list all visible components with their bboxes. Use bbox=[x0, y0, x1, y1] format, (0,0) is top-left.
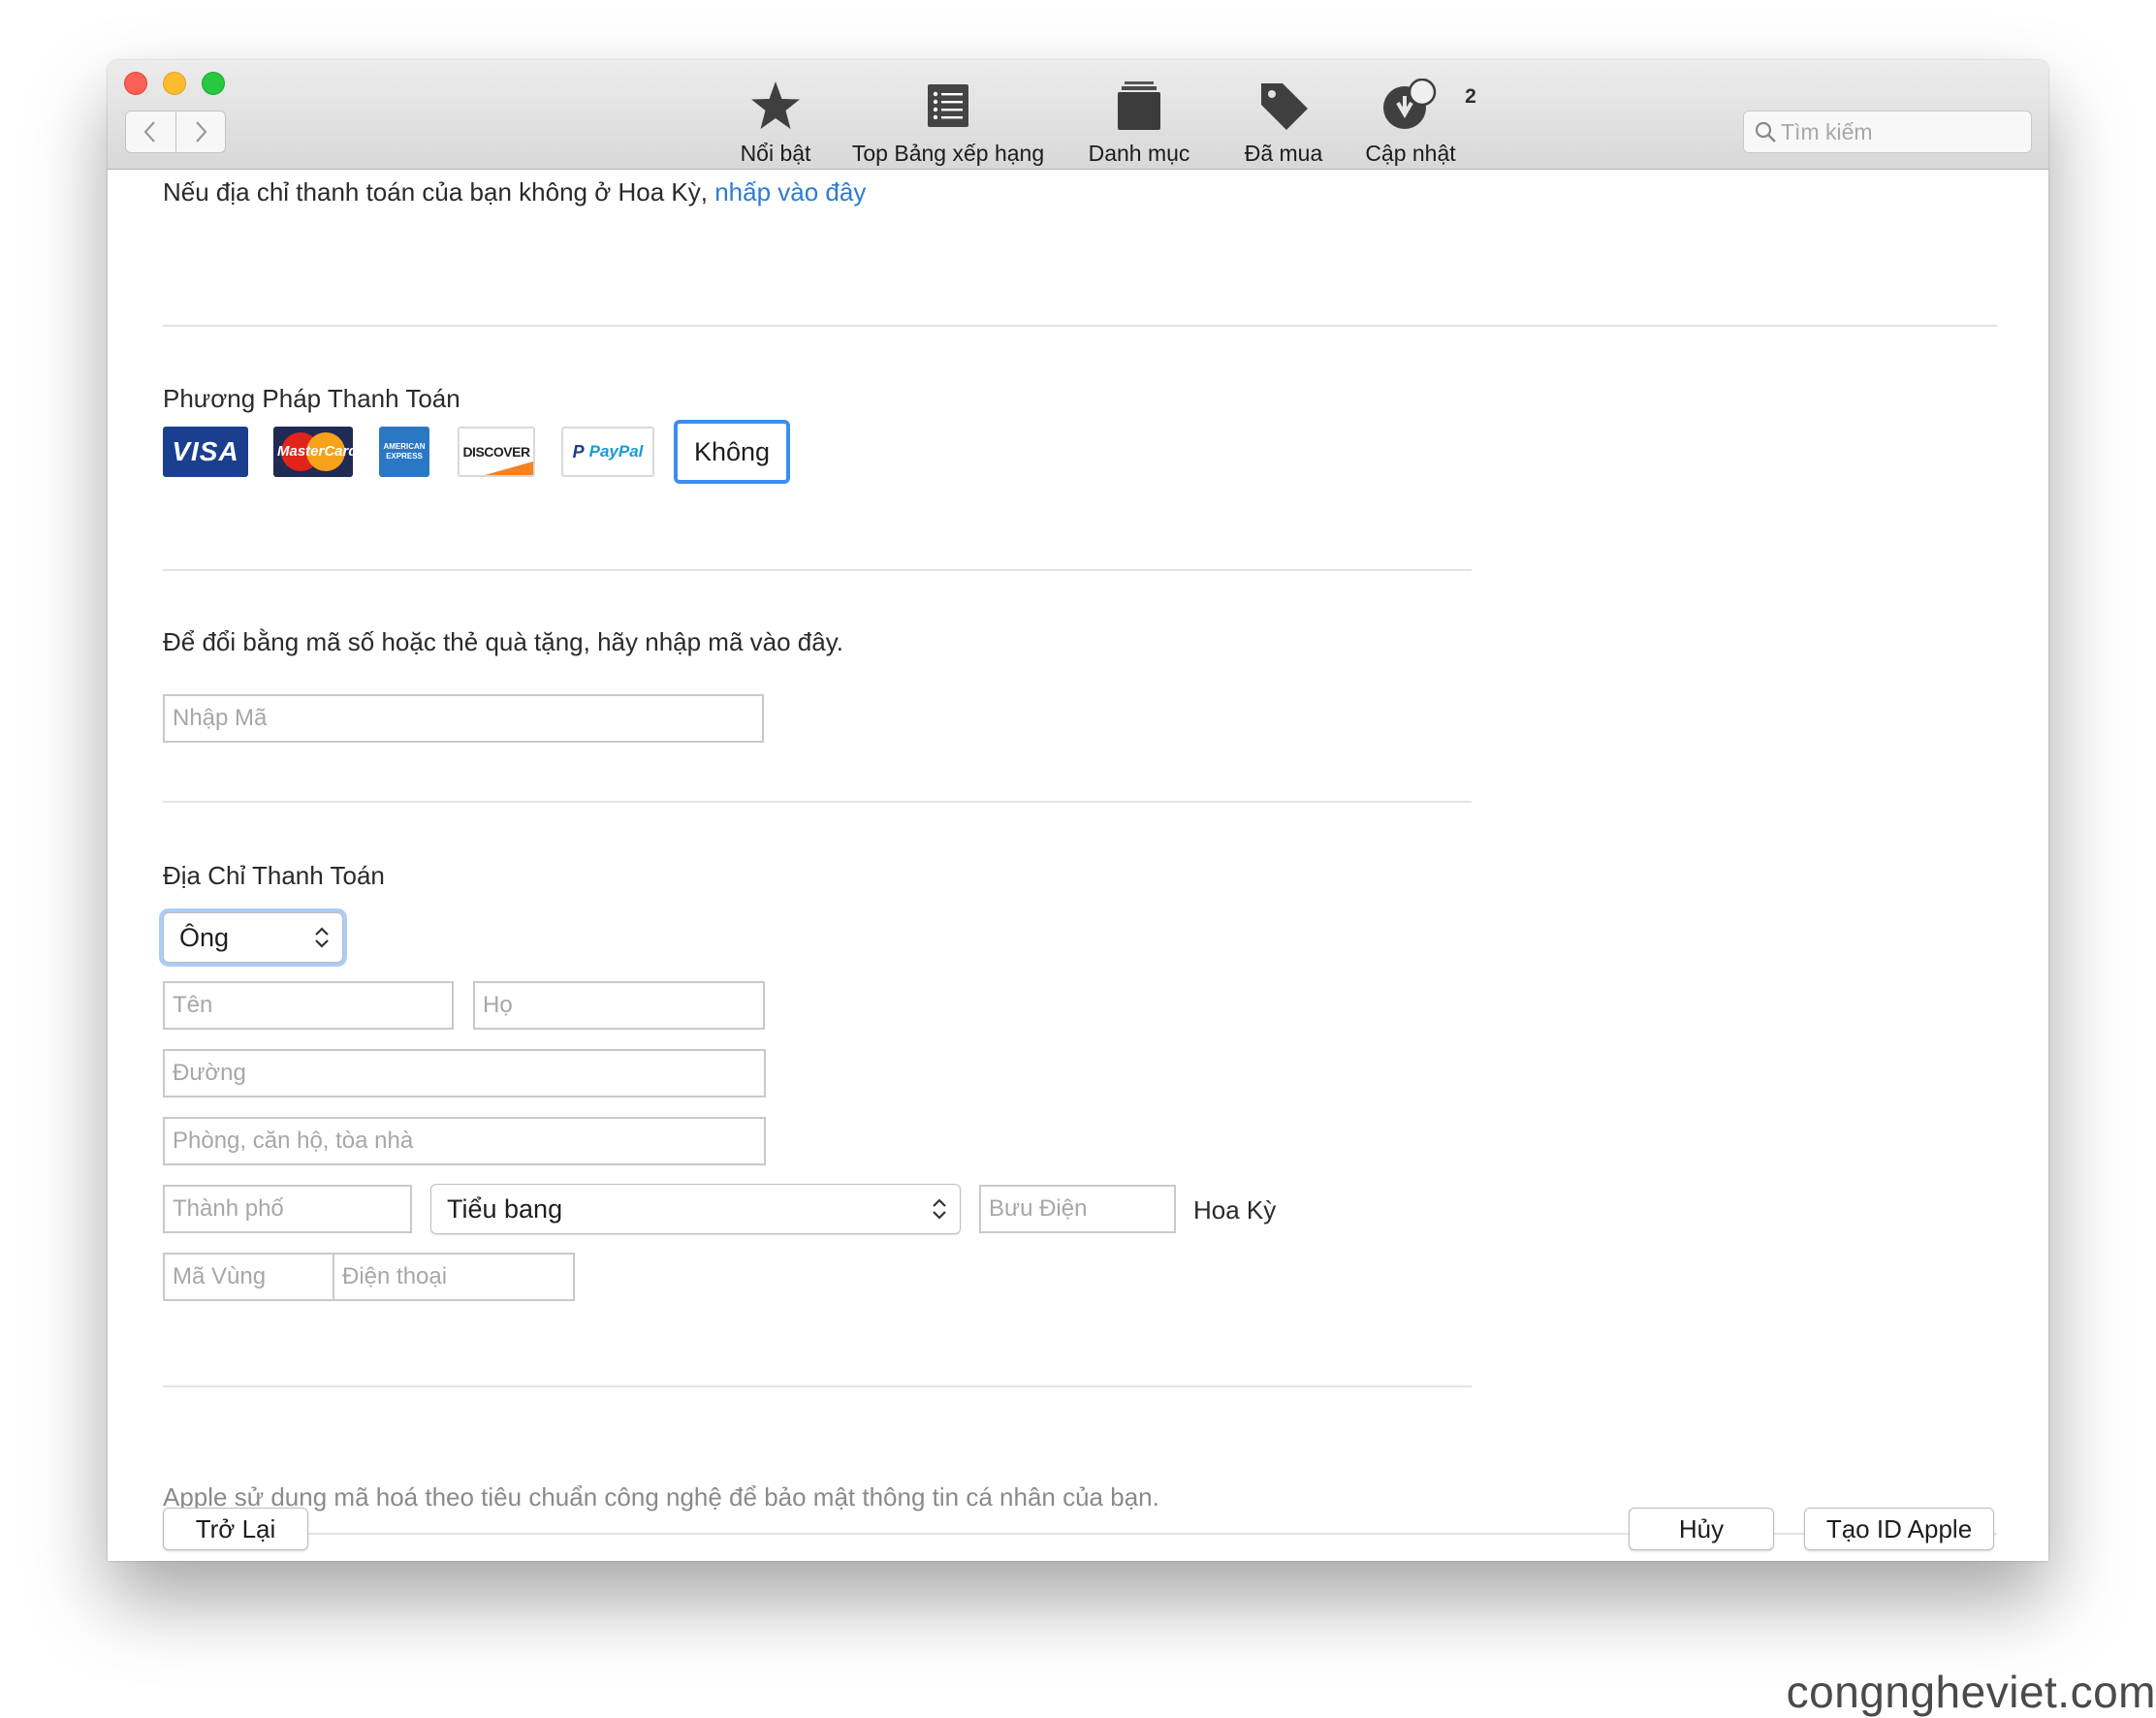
apartment-input[interactable] bbox=[163, 1117, 766, 1165]
amex-option[interactable]: AMERICAN EXPRESS bbox=[379, 427, 429, 477]
tab-label: Đã mua bbox=[1244, 141, 1323, 166]
notice-text: Nếu địa chỉ thanh toán của bạn không ở H… bbox=[163, 177, 708, 207]
star-icon bbox=[751, 81, 800, 129]
payment-method-heading: Phương Pháp Thanh Toán bbox=[163, 384, 460, 413]
first-name-input[interactable] bbox=[163, 981, 454, 1030]
mastercard-text: MasterCard bbox=[277, 443, 353, 460]
search-input[interactable] bbox=[1781, 118, 2013, 145]
create-apple-id-form: Nếu địa chỉ thanh toán của bạn không ở H… bbox=[108, 170, 2048, 1561]
chevron-up-down-icon bbox=[933, 1198, 946, 1220]
tab-label: Danh mục bbox=[1088, 141, 1190, 166]
tab-categories[interactable]: Danh mục bbox=[1066, 78, 1212, 167]
city-input[interactable] bbox=[163, 1185, 412, 1233]
state-value: Tiểu bang bbox=[447, 1193, 563, 1224]
search-field[interactable] bbox=[1743, 111, 2032, 153]
navigation-buttons bbox=[125, 111, 226, 153]
create-button-label: Tạo ID Apple bbox=[1825, 1513, 1973, 1543]
tab-label: Top Bảng xếp hạng bbox=[851, 141, 1045, 166]
click-here-link[interactable]: nhấp vào đây bbox=[714, 177, 866, 207]
security-note: Apple sử dụng mã hoá theo tiêu chuẩn côn… bbox=[163, 1482, 1159, 1511]
cancel-button-label: Hủy bbox=[1678, 1513, 1725, 1543]
tab-label: Cập nhật bbox=[1365, 141, 1456, 166]
back-button-label: Trở Lại bbox=[195, 1513, 276, 1543]
search-icon bbox=[1755, 121, 1776, 143]
tab-updates[interactable]: 2 Cập nhật bbox=[1345, 78, 1476, 167]
state-select[interactable]: Tiểu bang bbox=[430, 1184, 961, 1234]
none-label: Không bbox=[693, 436, 771, 466]
chevron-right-icon bbox=[195, 121, 207, 143]
discover-logo: DISCOVER bbox=[462, 444, 530, 460]
back-nav-button[interactable] bbox=[126, 111, 175, 152]
country-label: Hoa Kỳ bbox=[1193, 1195, 1277, 1225]
tab-label: Nổi bật bbox=[740, 141, 811, 166]
divider bbox=[163, 801, 1472, 803]
back-button[interactable]: Trở Lại bbox=[163, 1508, 308, 1550]
discover-stripe bbox=[485, 461, 533, 475]
list-icon bbox=[928, 84, 968, 127]
tab-featured[interactable]: Nổi bật bbox=[707, 78, 844, 167]
divider bbox=[163, 325, 1997, 327]
redeem-code-input[interactable] bbox=[163, 694, 764, 743]
phone-input[interactable] bbox=[333, 1253, 575, 1301]
toolbar: Nổi bật Top Bảng xếp hạng Danh mục Đã mu… bbox=[108, 60, 2048, 170]
paypal-logo: P bbox=[572, 441, 589, 461]
close-button[interactable] bbox=[124, 72, 147, 95]
watermark: congngheviet.com bbox=[1786, 1667, 2156, 1717]
visa-card-option[interactable]: VISA bbox=[163, 427, 248, 477]
street-input[interactable] bbox=[163, 1049, 766, 1098]
zoom-button[interactable] bbox=[202, 72, 225, 95]
tab-top-charts[interactable]: Top Bảng xếp hạng bbox=[840, 78, 1057, 167]
update-icon bbox=[1383, 79, 1437, 129]
mastercard-option[interactable]: MasterCard bbox=[273, 427, 353, 477]
redeem-instructions: Để đổi bằng mã số hoặc thẻ quà tặng, hãy… bbox=[163, 627, 843, 656]
paypal-option[interactable]: P PayPal bbox=[561, 427, 654, 477]
chevron-up-down-icon bbox=[315, 927, 329, 948]
create-apple-id-button[interactable]: Tạo ID Apple bbox=[1804, 1508, 1994, 1550]
billing-address-heading: Địa Chỉ Thanh Toán bbox=[163, 861, 385, 890]
salutation-select[interactable]: Ông bbox=[163, 912, 343, 963]
discover-option[interactable]: DISCOVER bbox=[458, 427, 535, 477]
minimize-button[interactable] bbox=[163, 72, 186, 95]
billing-country-notice: Nếu địa chỉ thanh toán của bạn không ở H… bbox=[163, 177, 866, 207]
amex-logo: AMERICAN EXPRESS bbox=[383, 442, 426, 461]
area-code-input[interactable] bbox=[163, 1253, 334, 1301]
paypal-text: PayPal bbox=[588, 442, 644, 461]
app-store-window: Nổi bật Top Bảng xếp hạng Danh mục Đã mu… bbox=[108, 60, 2048, 1561]
update-badge: 2 bbox=[1465, 85, 1476, 108]
stack-icon bbox=[1118, 81, 1160, 130]
none-payment-option[interactable]: Không bbox=[674, 420, 790, 484]
tag-icon bbox=[1261, 83, 1308, 130]
tab-purchased[interactable]: Đã mua bbox=[1216, 78, 1351, 167]
last-name-input[interactable] bbox=[473, 981, 765, 1030]
salutation-value: Ông bbox=[179, 922, 230, 952]
divider bbox=[163, 1385, 1472, 1387]
zip-code-input[interactable] bbox=[979, 1185, 1176, 1233]
chevron-left-icon bbox=[143, 121, 156, 143]
cancel-button[interactable]: Hủy bbox=[1629, 1508, 1774, 1550]
divider bbox=[163, 569, 1472, 571]
mastercard-logo: MasterCard bbox=[277, 430, 353, 473]
forward-nav-button[interactable] bbox=[174, 111, 226, 152]
visa-logo: VISA bbox=[172, 436, 239, 466]
